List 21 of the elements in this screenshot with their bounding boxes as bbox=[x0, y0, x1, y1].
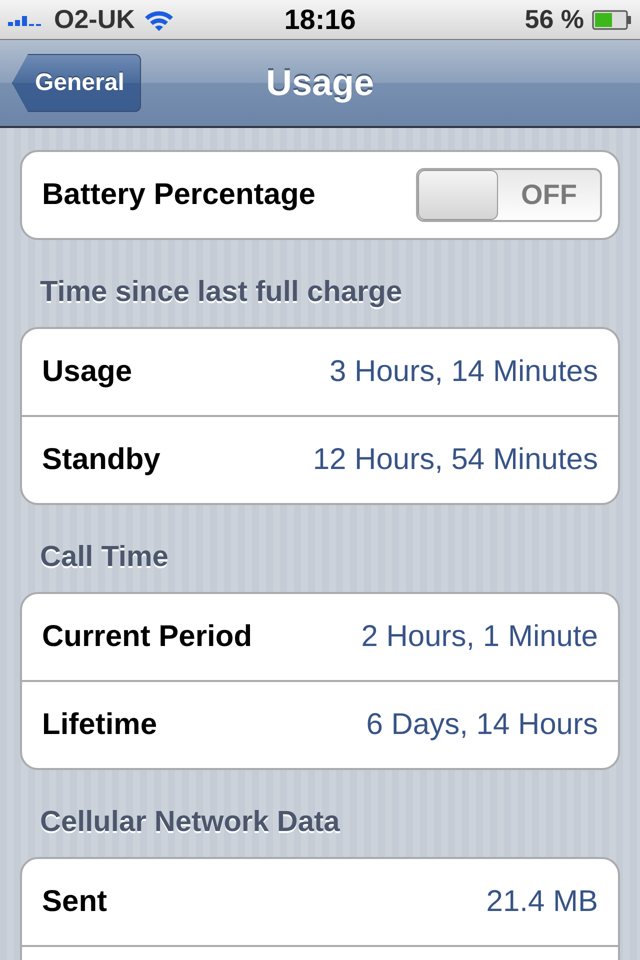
row-label: Standby bbox=[42, 443, 160, 477]
row-label: Battery Percentage bbox=[42, 178, 316, 212]
row-value: 2 Hours, 1 Minute bbox=[361, 620, 598, 654]
screen-title: Usage bbox=[266, 62, 374, 104]
battery-percent: 56 % bbox=[524, 4, 584, 35]
section-header: Call Time bbox=[39, 540, 170, 575]
row-value: 21.4 MB bbox=[486, 885, 598, 919]
row-label: Current Period bbox=[42, 620, 252, 654]
row-label: Usage bbox=[42, 355, 132, 389]
battery-icon bbox=[592, 10, 632, 30]
carrier-name: O2-UK bbox=[54, 4, 135, 35]
row-label: Lifetime bbox=[42, 708, 158, 742]
back-button[interactable]: General bbox=[12, 54, 142, 112]
section-header: Cellular Network Data bbox=[39, 805, 341, 840]
row-value: 3 Hours, 14 Minutes bbox=[330, 355, 598, 389]
row-value: 12 Hours, 54 Minutes bbox=[312, 443, 598, 477]
row-value: 6 Days, 14 Hours bbox=[366, 708, 598, 742]
row-label: Sent bbox=[42, 885, 108, 919]
toggle-switch[interactable]: OFF bbox=[416, 168, 602, 222]
section-header: Time since last full charge bbox=[39, 275, 404, 310]
clock-time: 18:16 bbox=[284, 4, 356, 36]
